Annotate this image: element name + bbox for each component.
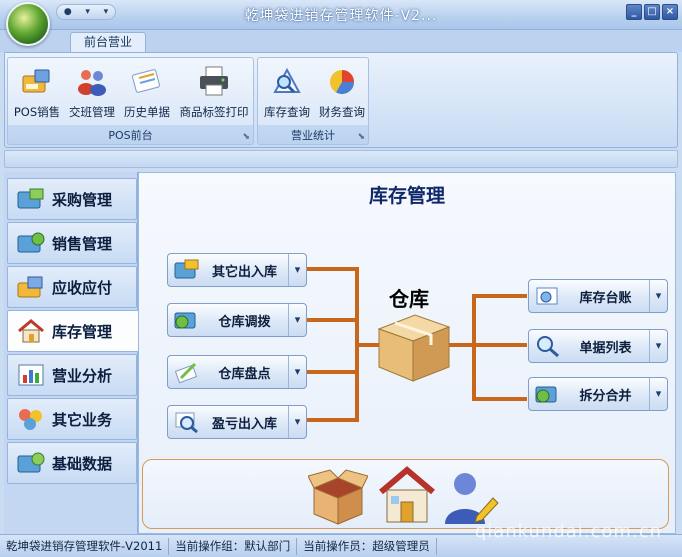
- nav-label: 采购管理: [52, 190, 113, 209]
- button-label: 库存台账: [579, 290, 632, 306]
- status-operator-group: 当前操作组：默认部门: [169, 537, 298, 555]
- ribbon-panel: POS销售 交班管理 历史单据 商品标签打印 POS前台 ⬊ 库存查询 财务查询…: [4, 52, 678, 148]
- nav-label: 销售管理: [52, 234, 113, 253]
- window-title: 乾坤袋进销存管理软件-V2...: [244, 8, 438, 24]
- ribbon-group-pos: POS销售 交班管理 历史单据 商品标签打印 POS前台 ⬊: [7, 57, 254, 145]
- nav-item-receivable[interactable]: 应收应付: [7, 266, 137, 308]
- dialog-launcher-icon[interactable]: ⬊: [242, 132, 250, 142]
- nav-label: 营业分析: [52, 366, 113, 385]
- window-controls: _ □ ×: [626, 4, 678, 20]
- pos-sales-button[interactable]: POS销售: [10, 60, 64, 126]
- chevron-down-icon[interactable]: ▾: [288, 356, 306, 388]
- other-in-out-icon: [174, 259, 199, 279]
- button-label: 仓库盘点: [218, 366, 271, 382]
- profit-loss-in-out-button[interactable]: 盈亏出入库 ▾: [167, 405, 307, 439]
- chevron-down-icon[interactable]: ▾: [288, 304, 306, 336]
- nav-item-sales[interactable]: 销售管理: [7, 222, 137, 264]
- other-in-out-button[interactable]: 其它出入库 ▾: [167, 253, 307, 287]
- stock-query-icon: [273, 67, 301, 94]
- tab-front-business[interactable]: 前台营业: [70, 32, 146, 53]
- dialog-launcher-icon[interactable]: ⬊: [357, 132, 365, 142]
- bar-chart-icon: [18, 364, 44, 386]
- users-icon: [78, 70, 106, 96]
- left-navigation: 采购管理 销售管理 应收应付 库存管理 营业分析 其它业务 基础数据: [4, 172, 140, 534]
- nav-label: 其它业务: [52, 410, 113, 429]
- pos-sales-label: POS销售: [13, 105, 61, 119]
- minimize-button[interactable]: _: [626, 4, 642, 20]
- transfer-icon: [174, 312, 196, 329]
- button-label: 拆分合并: [579, 388, 632, 404]
- stock-query-button[interactable]: 库存查询: [260, 60, 314, 126]
- ribbon-footer-bar: [4, 150, 678, 168]
- finance-query-button[interactable]: 财务查询: [315, 60, 369, 126]
- search-icon: [537, 336, 559, 358]
- chevron-down-icon[interactable]: ▾: [649, 280, 667, 312]
- button-label: 盈亏出入库: [211, 416, 277, 432]
- button-label: 单据列表: [579, 340, 632, 356]
- history-documents-label: 历史单据: [124, 105, 170, 119]
- button-label: 其它出入库: [211, 264, 277, 280]
- nav-label: 应收应付: [52, 278, 113, 297]
- group-title-statistics: 营业统计: [291, 129, 335, 142]
- sales-icon: [17, 232, 45, 253]
- status-app-name: 乾坤袋进销存管理软件-V2011: [0, 537, 170, 555]
- purchase-icon: [17, 188, 44, 209]
- house-icon: [18, 319, 44, 343]
- watermark-text: qiankundai.com.cn: [474, 521, 662, 542]
- pos-icon: [22, 69, 50, 93]
- chevron-down-icon[interactable]: ▾: [288, 254, 306, 286]
- stock-query-label: 库存查询: [264, 105, 310, 119]
- receivable-icon: [17, 276, 43, 298]
- button-label: 仓库调拨: [218, 314, 271, 330]
- nav-label: 基础数据: [52, 454, 113, 473]
- printer-icon: [200, 66, 228, 96]
- database-icon: [17, 452, 45, 473]
- shift-management-label: 交班管理: [69, 105, 115, 119]
- finance-query-label: 财务查询: [319, 105, 365, 119]
- nav-item-inventory[interactable]: 库存管理: [7, 310, 140, 352]
- history-icon: [132, 69, 160, 93]
- nav-label: 库存管理: [52, 322, 113, 341]
- ribbon-group-statistics: 库存查询 财务查询 营业统计 ⬊: [257, 57, 369, 145]
- stock-ledger-button[interactable]: 库存台账 ▾: [528, 279, 668, 313]
- quick-icons-panel: [142, 459, 669, 529]
- group-title-pos: POS前台: [108, 129, 153, 142]
- stock-take-button[interactable]: 仓库盘点 ▾: [167, 355, 307, 389]
- document-list-button[interactable]: 单据列表 ▾: [528, 329, 668, 363]
- title-bar: ● ▾ ▾ 乾坤袋进销存管理软件-V2... _ □ ×: [0, 0, 682, 30]
- chevron-down-icon[interactable]: ▾: [649, 330, 667, 362]
- stock-take-icon: [174, 362, 198, 384]
- shift-management-button[interactable]: 交班管理: [65, 60, 119, 126]
- split-merge-icon: [535, 386, 557, 403]
- chevron-down-icon[interactable]: ▾: [288, 406, 306, 438]
- nav-item-analysis[interactable]: 营业分析: [7, 354, 137, 396]
- app-menu-orb-icon[interactable]: [6, 2, 50, 46]
- warehouse-box-icon: [377, 314, 451, 382]
- ribbon-tab-strip: 前台营业: [0, 30, 682, 53]
- nav-item-purchase[interactable]: 采购管理: [7, 178, 137, 220]
- inventory-main-panel: 库存管理 仓库 其它出入库 ▾ 仓库调拨 ▾ 仓库盘点 ▾ 盈亏出入库 ▾ 库存…: [138, 172, 676, 534]
- close-button[interactable]: ×: [662, 4, 678, 20]
- warehouse-house-icon[interactable]: [377, 464, 437, 526]
- split-merge-button[interactable]: 拆分合并 ▾: [528, 377, 668, 411]
- label-print-label: 商品标签打印: [179, 105, 249, 119]
- nav-item-base-data[interactable]: 基础数据: [7, 442, 137, 484]
- maximize-button[interactable]: □: [644, 4, 660, 20]
- label-print-button[interactable]: 商品标签打印: [175, 60, 253, 126]
- nav-item-other-business[interactable]: 其它业务: [7, 398, 137, 440]
- warehouse-transfer-button[interactable]: 仓库调拨 ▾: [167, 303, 307, 337]
- misc-icon: [19, 409, 42, 430]
- pie-chart-icon: [330, 70, 354, 95]
- history-documents-button[interactable]: 历史单据: [120, 60, 174, 126]
- user-edit-icon[interactable]: [443, 468, 499, 526]
- chevron-down-icon[interactable]: ▾: [649, 378, 667, 410]
- magnifier-icon: [175, 412, 198, 434]
- status-operator: 当前操作员：超级管理员: [297, 537, 437, 555]
- ledger-icon: [536, 287, 558, 305]
- open-box-icon[interactable]: [308, 468, 368, 526]
